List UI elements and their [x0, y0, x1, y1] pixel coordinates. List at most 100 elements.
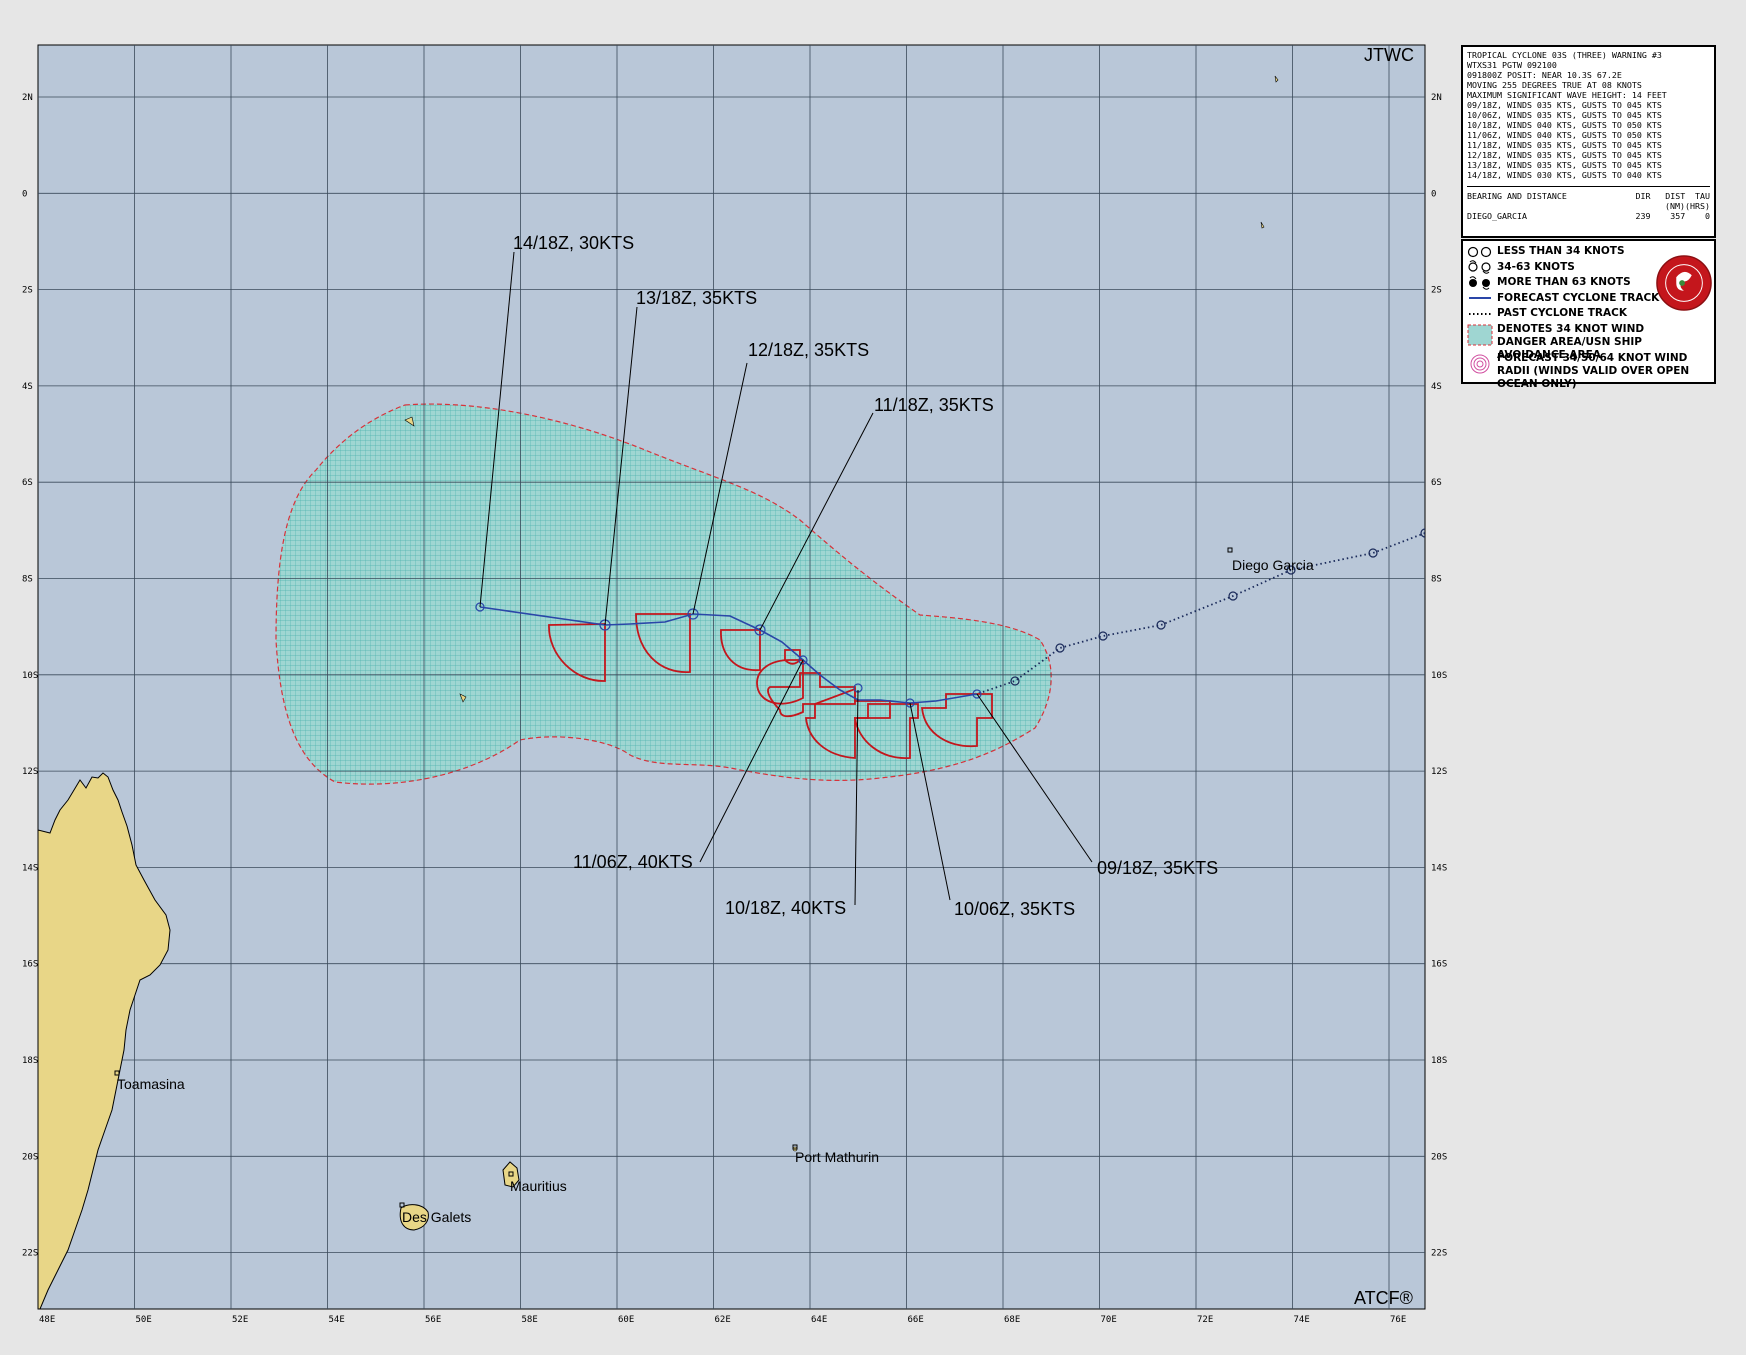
lon-tick-label: 48E	[39, 1315, 55, 1325]
place-des-galets: Des Galets	[402, 1209, 471, 1225]
lat-tick-label-right: 14S	[1431, 863, 1447, 873]
lat-tick-label-right: 12S	[1431, 767, 1447, 777]
lon-tick-label: 62E	[715, 1315, 731, 1325]
warning-text-line: 10/18Z, WINDS 040 KTS, GUSTS TO 050 KTS	[1467, 120, 1662, 130]
lat-tick-label-right: 4S	[1431, 382, 1442, 392]
bearing-station-name: DIEGO_GARCIA	[1467, 211, 1527, 221]
lat-tick-label-left: 4S	[22, 382, 33, 392]
lat-tick-label-right: 8S	[1431, 575, 1442, 585]
bearing-unit-tau: (HRS)	[1685, 201, 1711, 211]
lon-tick-label: 72E	[1197, 1315, 1213, 1325]
forecast-label-1118: 11/18Z, 35KTS	[874, 395, 994, 415]
warning-text-line: WTXS31 PGTW 092100	[1467, 60, 1557, 70]
warning-text-line: 11/18Z, WINDS 035 KTS, GUSTS TO 045 KTS	[1467, 140, 1662, 150]
lon-tick-label: 58E	[522, 1315, 538, 1325]
filled-storm-icon	[1467, 275, 1497, 290]
warning-info-box: TROPICAL CYCLONE 03S (THREE) WARNING #3 W…	[1461, 45, 1716, 238]
hatched-area-icon	[1467, 323, 1497, 347]
warning-text-line: MAXIMUM SIGNIFICANT WAVE HEIGHT: 14 FEET	[1467, 90, 1667, 100]
lat-tick-label-right: 6S	[1431, 478, 1442, 488]
warning-text-line: 14/18Z, WINDS 030 KTS, GUSTS TO 040 KTS	[1467, 170, 1662, 180]
lon-tick-label: 64E	[811, 1315, 827, 1325]
lon-tick-label: 50E	[136, 1315, 152, 1325]
place-diego-garcia: Diego Garcia	[1232, 557, 1314, 573]
lon-tick-label: 60E	[618, 1315, 634, 1325]
legend-label-34-63: 34-63 KNOTS	[1497, 260, 1575, 273]
lon-tick-label: 76E	[1390, 1315, 1406, 1325]
warning-text-line: 091800Z POSIT: NEAR 10.3S 67.2E	[1467, 70, 1622, 80]
lat-tick-label-left: 6S	[22, 478, 33, 488]
legend-item-danger-area: DENOTES 34 KNOT WIND DANGER AREA/USN SHI…	[1467, 322, 1710, 361]
legend-item-wind-radii: FORECAST 34/50/64 KNOT WIND RADII (WINDS…	[1467, 351, 1710, 390]
bearing-header-label: BEARING AND DISTANCE	[1467, 191, 1567, 201]
lon-tick-label: 54E	[329, 1315, 345, 1325]
forecast-label-1318: 13/18Z, 35KTS	[636, 288, 757, 308]
lat-tick-label-right: 2S	[1431, 286, 1442, 296]
bearing-header-tau: TAU	[1695, 191, 1710, 201]
legend-label-forecast-track: FORECAST CYCLONE TRACK	[1497, 291, 1660, 304]
lat-tick-label-left: 14S	[22, 863, 38, 873]
forecast-label-1006: 10/06Z, 35KTS	[954, 899, 1075, 919]
lat-tick-label-left: 8S	[22, 575, 33, 585]
bearing-data-row: DIEGO_GARCIA 239 357 0	[1467, 211, 1710, 221]
lon-tick-label: 70E	[1101, 1315, 1117, 1325]
lat-tick-label-left: 18S	[22, 1056, 38, 1066]
lon-tick-label: 68E	[1004, 1315, 1020, 1325]
forecast-label-1418: 14/18Z, 30KTS	[513, 233, 634, 253]
lat-tick-label-left: 2S	[22, 286, 33, 296]
storm-icon	[1467, 260, 1497, 275]
warning-text-line: TROPICAL CYCLONE 03S (THREE) WARNING #3	[1467, 50, 1662, 60]
wind-radii-icon	[1467, 352, 1497, 376]
legend-label-more-63: MORE THAN 63 KNOTS	[1497, 276, 1631, 289]
forecast-label-1018: 10/18Z, 40KTS	[725, 898, 846, 918]
legend-label-wind-radii: FORECAST 34/50/64 KNOT WIND RADII (WINDS…	[1497, 351, 1690, 390]
lon-tick-label: 74E	[1294, 1315, 1310, 1325]
lon-tick-label: 52E	[232, 1315, 248, 1325]
lon-tick-label: 56E	[425, 1315, 441, 1325]
warning-text-line: 09/18Z, WINDS 035 KTS, GUSTS TO 045 KTS	[1467, 100, 1662, 110]
warning-text-lines: TROPICAL CYCLONE 03S (THREE) WARNING #3 W…	[1467, 50, 1710, 180]
agency-label: JTWC	[1364, 45, 1414, 65]
lat-tick-label-left: 20S	[22, 1152, 38, 1162]
lat-tick-label-left: 22S	[22, 1249, 38, 1259]
warning-text-line: 13/18Z, WINDS 035 KTS, GUSTS TO 045 KTS	[1467, 160, 1662, 170]
bearing-tau-value: 0	[1705, 211, 1710, 221]
lat-tick-label-right: 2N	[1431, 93, 1442, 103]
jtwc-emblem-icon	[1656, 255, 1712, 311]
forecast-label-0918: 09/18Z, 35KTS	[1097, 858, 1218, 878]
lat-tick-label-right: 16S	[1431, 960, 1447, 970]
bearing-header-dist: DIST	[1665, 191, 1686, 201]
place-port-mathurin: Port Mathurin	[795, 1149, 879, 1165]
info-divider	[1467, 186, 1710, 187]
lon-tick-label: 66E	[908, 1315, 924, 1325]
bearing-header-dir: DIR	[1635, 191, 1651, 201]
atcf-brand: ATCF®	[1354, 1288, 1413, 1308]
lat-tick-label-left: 0	[22, 189, 27, 199]
bearing-unit-dist: (NM)	[1665, 201, 1686, 211]
bearing-dir-value: 239	[1635, 211, 1651, 221]
forecast-label-1218: 12/18Z, 35KTS	[748, 340, 869, 360]
lat-tick-label-right: 22S	[1431, 1249, 1447, 1259]
place-mauritius: Mauritius	[510, 1178, 567, 1194]
legend-label-less-34: LESS THAN 34 KNOTS	[1497, 245, 1625, 258]
longitude-tick-labels: 48E 50E 52E 54E 56E 58E 60E 62E 64E 66E 68E 70E 72E 7…	[39, 1315, 1406, 1325]
warning-text-line: 11/06Z, WINDS 040 KTS, GUSTS TO 050 KTS	[1467, 130, 1662, 140]
legend-label-past-track: PAST CYCLONE TRACK	[1497, 307, 1627, 320]
lat-tick-label-right: 20S	[1431, 1152, 1447, 1162]
lat-tick-label-left: 10S	[22, 671, 38, 681]
lat-tick-label-left: 16S	[22, 960, 38, 970]
lat-tick-label-left: 12S	[22, 767, 38, 777]
lat-tick-label-right: 0	[1431, 189, 1436, 199]
place-toamasina: Toamasina	[117, 1076, 185, 1092]
lat-tick-label-left: 2N	[22, 93, 33, 103]
warning-text-line: 10/06Z, WINDS 035 KTS, GUSTS TO 045 KTS	[1467, 110, 1662, 120]
lat-tick-label-right: 18S	[1431, 1056, 1447, 1066]
lat-tick-label-right: 10S	[1431, 671, 1447, 681]
warning-text-line: 12/18Z, WINDS 035 KTS, GUSTS TO 045 KTS	[1467, 150, 1662, 160]
bearing-unit-row: (NM) (HRS)	[1467, 201, 1710, 211]
bearing-dist-value: 357	[1670, 211, 1686, 221]
solid-line-icon	[1467, 291, 1497, 305]
warning-text-line: MOVING 255 DEGREES TRUE AT 08 KNOTS	[1467, 80, 1642, 90]
circle-icon	[1467, 245, 1497, 259]
forecast-label-1106: 11/06Z, 40KTS	[573, 852, 693, 872]
